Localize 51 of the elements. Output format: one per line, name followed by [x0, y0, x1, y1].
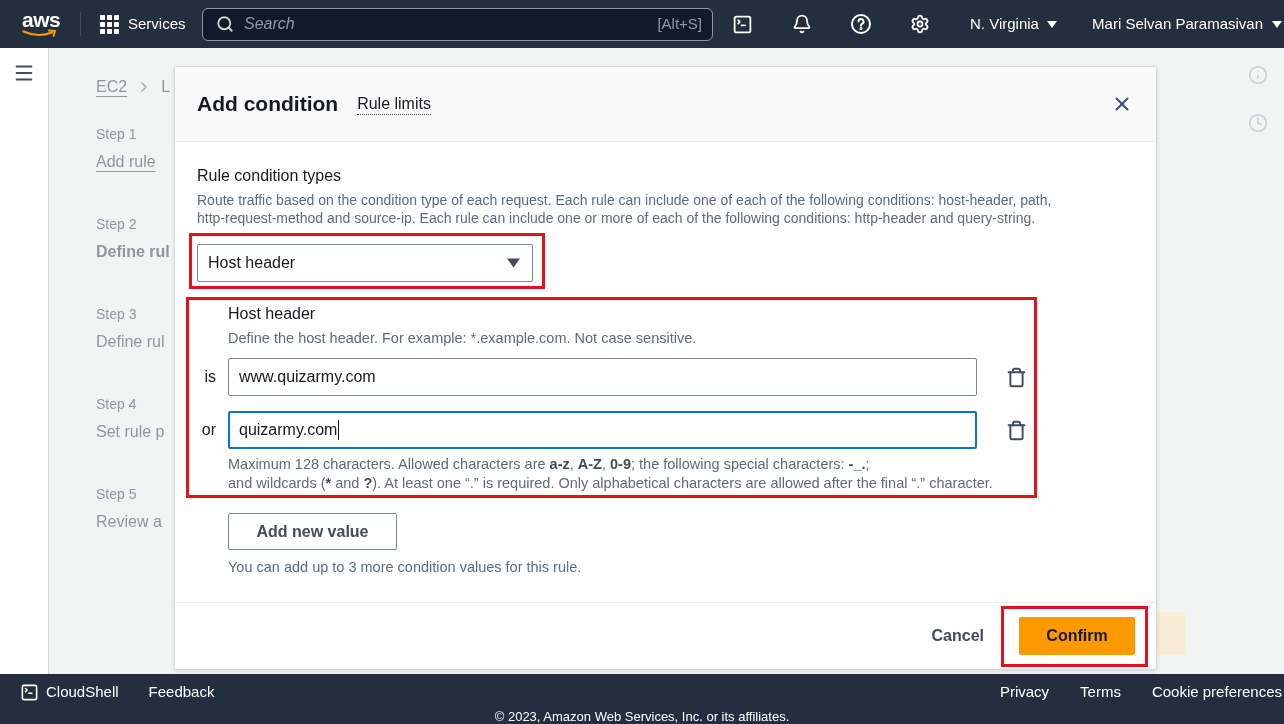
step-label: Step 3 — [96, 305, 137, 323]
step-label: Step 4 — [96, 395, 137, 413]
footer-link[interactable]: Cookie preferences — [1151, 680, 1282, 704]
section-title: Host header — [228, 304, 317, 324]
settings-icon[interactable] — [909, 14, 930, 34]
bell-icon[interactable] — [791, 14, 812, 34]
trash-icon[interactable] — [1006, 419, 1027, 441]
footer-link[interactable]: Terms — [1080, 680, 1121, 704]
field-label: Rule condition types — [197, 166, 342, 186]
caret-down-icon — [507, 258, 520, 268]
help-icon[interactable] — [850, 14, 871, 34]
step-title: Review a — [96, 512, 162, 532]
select-dropdown[interactable]: Host header — [197, 244, 533, 282]
info-link[interactable]: Rule limits — [357, 93, 431, 115]
terminal-icon[interactable] — [732, 13, 753, 35]
confirm-button[interactable]: Confirm — [1019, 616, 1135, 655]
input-field[interactable]: quizarmy.com — [228, 411, 977, 449]
copyright-text: © 2023, Amazon Web Services, Inc. or its affiliates. — [493, 710, 791, 724]
field-description: Route traffic based on the condition type of each request. Each rule can include one of each of the following conditions: host-header, path, http-request-method and source-ip. Each rule can include one or more of each of the following conditions: http-header and query-string. — [197, 191, 1053, 227]
step-label: Step 2 — [96, 215, 137, 233]
constraint-text: Maximum 128 characters. Allowed characters are a-z, A-Z, 0-9; the following special characters: -_.; and wildcards (* and ?). At least one “.” is required. Only alphabetical characters are allowed after the final “.” character. — [227, 455, 994, 493]
helper-text: You can add up to 3 more condition values for this rule. — [228, 558, 582, 576]
cancel-button[interactable]: Cancel — [927, 616, 988, 655]
search-field[interactable]: Search [Alt+S] — [202, 7, 713, 41]
smile-arrow-icon — [22, 28, 58, 38]
logo-text[interactable]: aws — [22, 10, 61, 28]
footer-link[interactable]: Privacy — [999, 680, 1050, 704]
input-field[interactable]: www.quizarmy.com — [228, 358, 977, 396]
step-title: Define rul — [96, 242, 170, 262]
terminal-icon — [20, 682, 39, 702]
search-icon — [216, 15, 234, 33]
section-description: Define the host header. For example: *.example.com. Not case sensitive. — [228, 329, 698, 347]
footer-link[interactable]: Feedback — [148, 680, 215, 704]
grid-icon — [100, 14, 119, 34]
trash-icon[interactable] — [1006, 366, 1027, 388]
step-label: Step 1 — [96, 125, 137, 143]
caret-down-icon — [1046, 20, 1057, 28]
step-title: Set rule p — [96, 422, 165, 442]
step-title: Define rul — [96, 332, 165, 352]
account-menu[interactable]: Mari Selvan Paramasivan — [1092, 14, 1282, 34]
caret-down-icon — [1272, 20, 1282, 28]
operator-label: or — [200, 420, 217, 440]
modal-title: Add condition — [197, 91, 339, 117]
shortcut-hint: [Alt+S] — [657, 13, 702, 34]
services-button[interactable]: Services — [100, 14, 186, 34]
region-menu[interactable]: N. Virginia — [970, 14, 1057, 34]
cloudshell-button[interactable]: CloudShell — [20, 680, 119, 704]
text-cursor-icon — [338, 420, 340, 440]
operator-label: is — [203, 367, 217, 387]
add-value-button[interactable]: Add new value — [228, 513, 397, 550]
step-label: Step 5 — [96, 485, 137, 503]
